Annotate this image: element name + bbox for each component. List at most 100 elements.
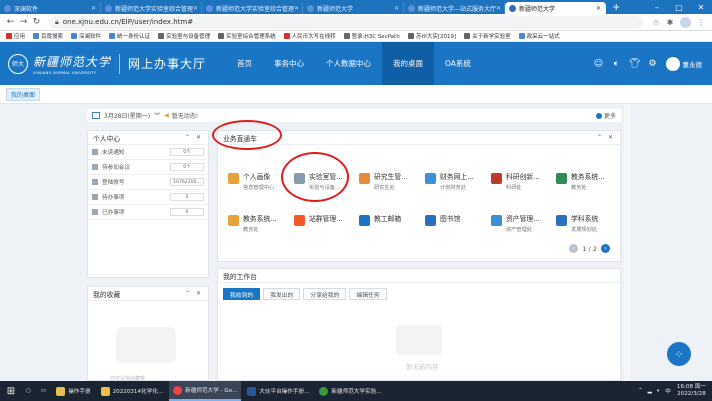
bookmark-item[interactable]: 人民币大写在线转 bbox=[283, 32, 336, 40]
browser-tab[interactable]: 新疆师范大学 ✕ bbox=[303, 2, 404, 14]
windows-start-icon[interactable]: ⊞ bbox=[0, 386, 22, 397]
nav-affairs-center[interactable]: 事务中心 bbox=[263, 42, 315, 85]
sound-icon[interactable]: 🔈︎ bbox=[608, 59, 626, 69]
taskbar-item[interactable]: 新疆师范大学实验... bbox=[315, 381, 385, 401]
bookmark-item[interactable]: 百度搜索 bbox=[33, 32, 63, 40]
nav-my-desktop[interactable]: 我的桌面 bbox=[382, 42, 435, 85]
close-icon[interactable]: ✕ bbox=[394, 5, 399, 12]
next-page-button[interactable]: › bbox=[601, 244, 610, 253]
more-link[interactable]: 更多 bbox=[595, 111, 616, 120]
network-icon[interactable]: ▂ bbox=[648, 388, 652, 394]
list-item[interactable]: 未读通知 0个 bbox=[88, 145, 208, 160]
url-field[interactable]: 🔒︎ one.xjnu.edu.cn/EIP/user/index.htm# bbox=[49, 15, 643, 29]
skin-icon[interactable]: 👕︎ bbox=[626, 59, 644, 69]
star-icon[interactable]: ☆ bbox=[649, 18, 663, 27]
tab-shared[interactable]: 分享给我的 bbox=[303, 288, 347, 300]
panel-controls[interactable]: ⌃ ✕ bbox=[185, 134, 203, 141]
prev-page-button[interactable]: ‹ bbox=[569, 244, 579, 253]
menu-icon[interactable]: ⋮ bbox=[694, 18, 708, 27]
bookmark-item[interactable]: 苏州大实[2019] bbox=[407, 32, 456, 40]
browser-icon bbox=[319, 386, 329, 396]
forward-icon[interactable]: → bbox=[17, 17, 30, 27]
done-icon bbox=[92, 209, 98, 215]
taskbar-item[interactable]: 大伙平台操作手册... bbox=[243, 381, 313, 401]
bookmark-item[interactable]: 实验室综合管理系统 bbox=[218, 32, 276, 40]
back-icon[interactable]: ← bbox=[4, 17, 17, 27]
panel-header: 个人中心 ⌃ ✕ bbox=[88, 131, 208, 145]
taskbar-item-active[interactable]: 新疆师范大学 - Go... bbox=[169, 381, 242, 401]
bookmark-item[interactable]: 深澜软件 bbox=[71, 32, 101, 40]
workbench-panel: 我的工作台 我收到的 我发出的 分享给我的 编辑任务 暂无新内容 bbox=[217, 268, 621, 381]
nav-home[interactable]: 首页 bbox=[226, 42, 263, 85]
tab-label: 新疆师范大学 bbox=[317, 5, 354, 13]
maximize-icon[interactable]: □ bbox=[668, 3, 690, 12]
panel-controls[interactable]: ⌃ ✕ bbox=[597, 134, 615, 141]
tray-arrow-icon[interactable]: ⌃ bbox=[638, 388, 643, 394]
app-tile[interactable]: 图书馆 bbox=[425, 213, 491, 241]
minimize-icon[interactable]: – bbox=[646, 3, 668, 12]
panel-controls[interactable]: ⌃ ✕ bbox=[185, 290, 203, 297]
bookmark-item[interactable]: 应用 bbox=[6, 32, 25, 40]
app-tile[interactable]: 教工邮箱 bbox=[359, 213, 425, 241]
app-tile[interactable]: 学科系统 发展规划处 bbox=[556, 213, 622, 241]
tab-favicon-icon bbox=[105, 4, 112, 12]
new-tab-button[interactable]: + bbox=[606, 2, 626, 14]
account-icon bbox=[92, 179, 98, 185]
clock[interactable]: 16:08 周一 2022/3/28 bbox=[677, 384, 706, 398]
bookmark-item[interactable]: 关于新学实验室 bbox=[464, 32, 511, 40]
taskbar-item[interactable]: 20220314化学化... bbox=[97, 381, 168, 401]
settings-icon[interactable]: ⚙ bbox=[644, 59, 662, 69]
taskbar-search-icon[interactable]: ○ bbox=[22, 381, 35, 401]
tab-edit-tasks[interactable]: 编辑任务 bbox=[349, 288, 387, 300]
extensions-icon[interactable]: ✱ bbox=[663, 18, 677, 27]
close-window-icon[interactable]: ✕ bbox=[690, 3, 712, 12]
app-tile[interactable]: 教务系统... 教务处 bbox=[228, 213, 294, 241]
ime-icon[interactable]: 中 bbox=[665, 387, 671, 395]
app-tile[interactable]: 教务系统... 教务处 bbox=[556, 171, 622, 199]
message-icon[interactable]: ☺ bbox=[590, 59, 608, 69]
annotation-circle bbox=[281, 152, 349, 202]
list-item[interactable]: 已办事项 0 bbox=[88, 205, 208, 220]
reload-icon[interactable]: ↻ bbox=[30, 17, 43, 27]
bookmark-item[interactable]: 实验室与设备管理 bbox=[158, 32, 210, 40]
tab-my-desktop[interactable]: 我的桌面 bbox=[6, 88, 41, 101]
browser-tab[interactable]: 新疆师范大学实验室综合管理 ✕ bbox=[202, 2, 303, 14]
app-tile[interactable]: 研究生管... 研究生处 bbox=[359, 171, 425, 199]
username[interactable]: 董永德 bbox=[683, 59, 703, 69]
list-item[interactable]: 待办事项 0 bbox=[88, 190, 208, 205]
app-tile[interactable]: 财务网上... 计划财务处 bbox=[425, 171, 491, 199]
app-tile[interactable]: 站群管理... bbox=[294, 213, 360, 241]
bookmark-item[interactable]: 政采云一站式 bbox=[518, 32, 560, 40]
bookmark-item[interactable]: 统一身份认证 bbox=[109, 32, 150, 40]
bookmark-item[interactable]: 登录-H3C SecPath bbox=[343, 32, 400, 40]
close-icon[interactable]: ✕ bbox=[294, 5, 299, 12]
tab-received[interactable]: 我收到的 bbox=[223, 288, 261, 300]
user-avatar[interactable] bbox=[665, 56, 680, 71]
university-logo[interactable]: 师大 新疆师范大学 XINJIANG NORMAL UNIVERSITY bbox=[8, 53, 111, 75]
tab-favicon-icon bbox=[307, 4, 314, 12]
app-menu-button[interactable]: ⁘ bbox=[667, 342, 691, 366]
close-icon[interactable]: ✕ bbox=[193, 5, 198, 12]
nav-personal-data-center[interactable]: 个人数据中心 bbox=[315, 42, 382, 85]
browser-tab-active[interactable]: 新疆师范大学 ✕ bbox=[505, 2, 606, 14]
list-item[interactable]: 登陆账号 10762200... bbox=[88, 175, 208, 190]
list-item[interactable]: 待参加会议 0个 bbox=[88, 160, 208, 175]
empty-text: 暂无新内容 bbox=[406, 363, 439, 371]
browser-tab[interactable]: 深澜软件 ✕ bbox=[0, 2, 101, 14]
task-view-icon[interactable]: ▭ bbox=[37, 381, 50, 401]
tab-sent[interactable]: 我发出的 bbox=[263, 288, 301, 300]
browser-tab[interactable]: 新疆师范大学—站式服务大厅 ✕ bbox=[404, 2, 505, 14]
close-icon[interactable]: ✕ bbox=[91, 5, 96, 12]
close-icon[interactable]: ✕ bbox=[496, 5, 501, 12]
nav-oa-system[interactable]: OA系统 bbox=[434, 42, 482, 85]
profile-avatar[interactable] bbox=[680, 16, 691, 28]
browser-tab[interactable]: 新疆师范大学实验室综合管理 ✕ bbox=[101, 2, 202, 14]
volume-icon[interactable]: 🔈︎ bbox=[657, 388, 660, 395]
chevron-down-icon[interactable]: ︾ bbox=[154, 111, 160, 120]
app-tile[interactable]: 科研创新... 科研处 bbox=[491, 171, 557, 199]
scrollbar[interactable] bbox=[624, 104, 630, 381]
taskbar-item[interactable]: 操作手册 bbox=[52, 381, 94, 401]
close-icon[interactable]: ✕ bbox=[596, 5, 601, 12]
app-tile[interactable]: 资产管理... 资产管理处 bbox=[491, 213, 557, 241]
asset-icon bbox=[491, 215, 502, 226]
